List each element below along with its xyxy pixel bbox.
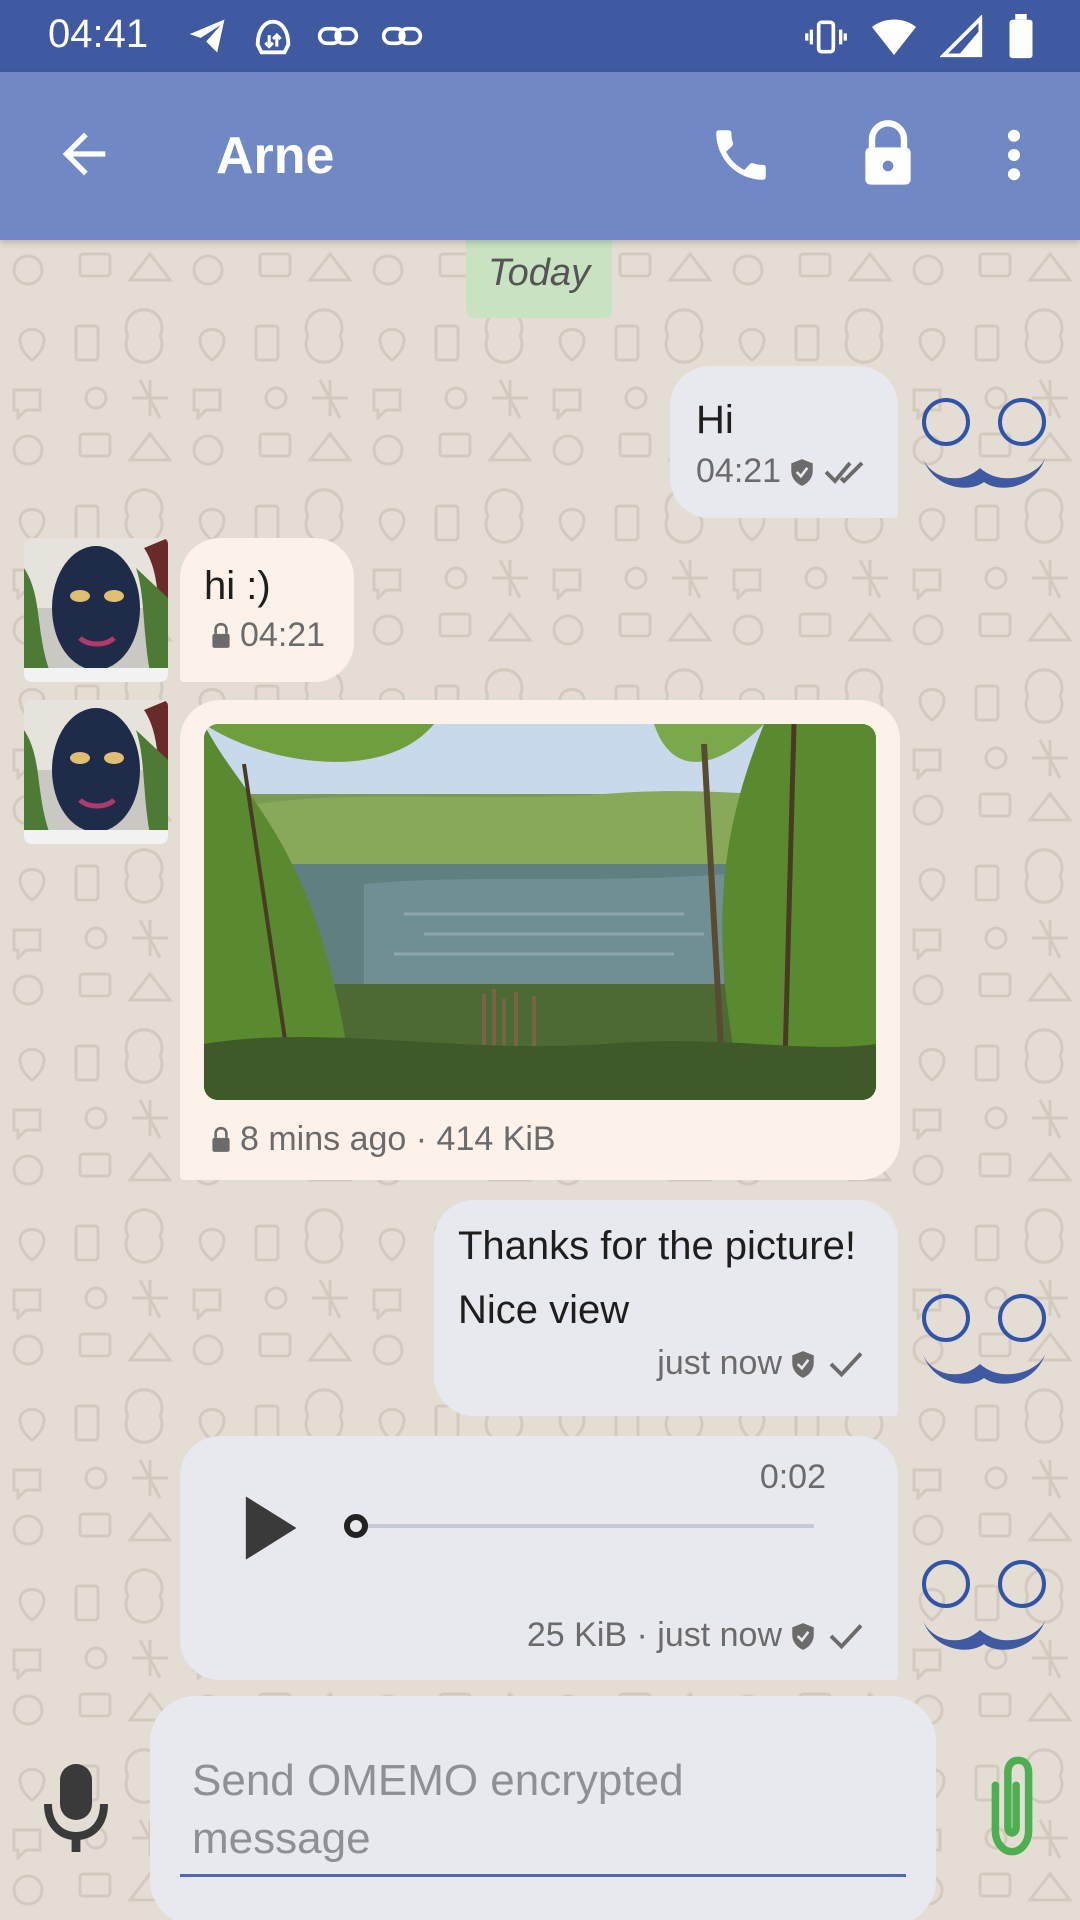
double-check-icon bbox=[823, 457, 871, 487]
own-avatar bbox=[922, 1560, 1046, 1650]
play-icon[interactable] bbox=[236, 1490, 300, 1566]
audio-seek-track bbox=[356, 1524, 814, 1528]
check-icon bbox=[824, 1349, 868, 1379]
message-input-placeholder: Send OMEMO encrypted message bbox=[192, 1752, 892, 1868]
message-bubble-sent[interactable]: Hi 04:21 bbox=[670, 366, 898, 518]
date-separator: Today bbox=[466, 240, 612, 318]
message-input[interactable]: Send OMEMO encrypted message bbox=[150, 1696, 936, 1920]
message-list[interactable]: Today Hi 04:21 hi:) 04:21 8 mins ago · … bbox=[0, 240, 1080, 1920]
link-icon bbox=[316, 14, 360, 60]
message-text-line2: Nice view bbox=[458, 1288, 630, 1332]
link-icon bbox=[380, 14, 424, 60]
lock-icon[interactable] bbox=[856, 118, 920, 190]
message-bubble-received[interactable]: hi :) 04:21 bbox=[180, 538, 354, 682]
wifi-icon bbox=[870, 15, 918, 59]
signal-icon bbox=[940, 15, 984, 59]
lock-small-icon bbox=[210, 622, 232, 650]
attachment-icon[interactable] bbox=[982, 1752, 1042, 1860]
audio-meta: 25 KiB · just now bbox=[526, 1616, 782, 1654]
check-icon bbox=[824, 1621, 868, 1651]
contact-avatar[interactable] bbox=[24, 700, 168, 844]
message-time: 04:21 bbox=[696, 452, 782, 490]
message-text: hi :) bbox=[204, 564, 271, 608]
more-options-icon[interactable] bbox=[990, 122, 1038, 188]
input-underline bbox=[180, 1874, 906, 1877]
back-arrow-icon[interactable] bbox=[52, 122, 116, 186]
verified-shield-icon bbox=[789, 457, 815, 487]
audio-seekbar[interactable] bbox=[344, 1514, 816, 1538]
audio-seek-thumb[interactable] bbox=[344, 1514, 368, 1538]
lake-photo[interactable] bbox=[204, 724, 876, 1100]
conversation-toolbar: Arne bbox=[0, 72, 1080, 240]
verified-shield-icon bbox=[790, 1349, 816, 1379]
battery-icon bbox=[1006, 14, 1036, 60]
message-time: just now bbox=[657, 1344, 782, 1382]
lock-small-icon bbox=[210, 1126, 232, 1154]
audio-duration: 0:02 bbox=[759, 1458, 826, 1496]
message-bubble-audio[interactable]: 0:02 25 KiB · just now bbox=[180, 1436, 898, 1680]
image-meta: 8 mins ago · 414 KiB bbox=[240, 1120, 556, 1158]
message-text: Hi bbox=[696, 398, 734, 442]
placeholder-line2: message bbox=[192, 1814, 371, 1863]
data-sync-icon bbox=[250, 14, 296, 60]
own-avatar bbox=[922, 1294, 1046, 1384]
own-avatar bbox=[922, 398, 1046, 488]
contact-avatar[interactable] bbox=[24, 538, 168, 682]
status-time: 04:41 bbox=[48, 12, 149, 56]
message-bubble-sent[interactable]: Thanks for the picture! Nice view just n… bbox=[434, 1200, 898, 1416]
call-icon[interactable] bbox=[708, 122, 774, 188]
microphone-icon[interactable] bbox=[40, 1760, 112, 1856]
contact-name[interactable]: Arne bbox=[216, 126, 334, 186]
verified-shield-icon bbox=[790, 1621, 816, 1651]
placeholder-line1: Send OMEMO encrypted bbox=[192, 1756, 684, 1805]
vibrate-icon bbox=[804, 15, 848, 59]
status-bar: 04:41 bbox=[0, 0, 1080, 72]
telegram-icon bbox=[186, 14, 230, 60]
message-bubble-image[interactable]: 8 mins ago · 414 KiB bbox=[180, 700, 900, 1180]
message-text-line1: Thanks for the picture! bbox=[458, 1224, 856, 1268]
message-time: 04:21 bbox=[240, 616, 326, 654]
